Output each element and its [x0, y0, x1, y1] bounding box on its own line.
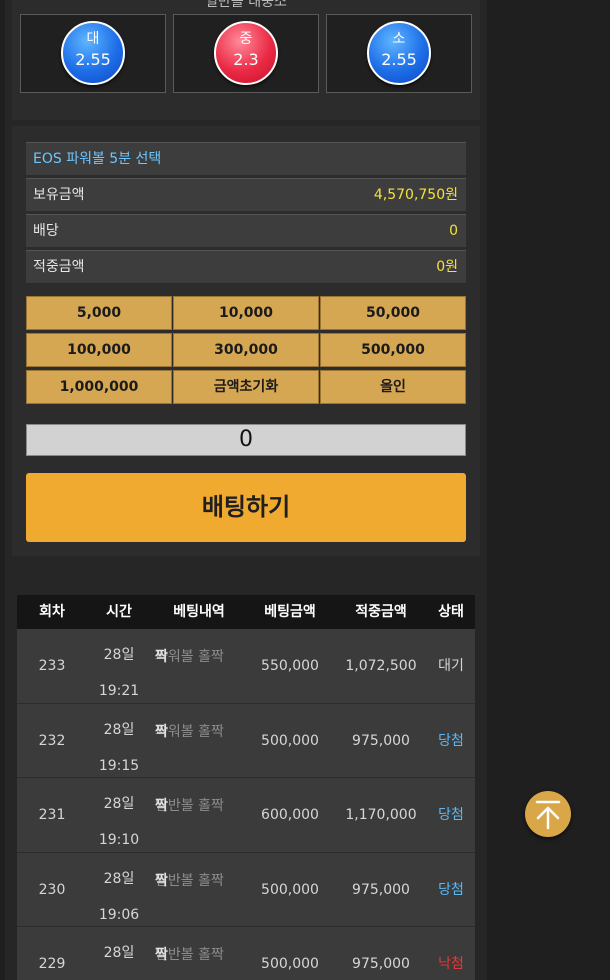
- amount-button-500000[interactable]: 500,000: [320, 333, 466, 367]
- choice-medium[interactable]: 중 2.3: [173, 14, 319, 93]
- choice-odds: 2.55: [381, 50, 417, 69]
- round-cell: 232: [38, 732, 66, 749]
- balance-value: 4,570,750원: [373, 187, 458, 203]
- choice-odds: 2.3: [233, 50, 259, 69]
- status-badge: 대기: [438, 658, 464, 674]
- all-in-button[interactable]: 올인: [320, 370, 466, 404]
- round-cell: 229: [38, 956, 66, 972]
- win-amount-cell: 1,072,500: [345, 658, 417, 674]
- bet-amount-cell: 500,000: [261, 732, 319, 749]
- balance-label: 보유금액: [33, 187, 85, 203]
- page: 일반볼 대중소 대 2.55 중 2.3 소 2.55 EOS 파워볼 5분 선…: [0, 0, 610, 980]
- status-badge: 당첨: [438, 807, 464, 823]
- table-row: 229 28일 19:00 일반볼 홀짝 짝 500,000 975,000 낙…: [17, 927, 475, 980]
- choice-odds: 2.55: [75, 50, 111, 69]
- choice-large[interactable]: 대 2.55: [20, 14, 166, 93]
- win-amount-row: 적중금액 0원: [26, 250, 466, 283]
- header-bet-detail: 베팅내역: [173, 604, 225, 620]
- header-time: 시간: [106, 604, 132, 620]
- place-bet-button[interactable]: 배팅하기: [26, 473, 466, 542]
- table-row: 231 28일 19:10 일반볼 홀짝 짝 600,000 1,170,000…: [17, 778, 475, 853]
- selected-game-row: EOS 파워볼 5분 선택: [26, 142, 466, 175]
- bet-pick: 짝: [155, 723, 168, 740]
- status-badge: 당첨: [438, 881, 464, 898]
- large-ball: 대 2.55: [61, 21, 125, 85]
- bet-pick: 짝: [155, 872, 168, 889]
- time-cell: 28일 19:10: [98, 796, 140, 848]
- bet-amount-cell: 550,000: [261, 658, 319, 674]
- arrow-up-to-top-icon: [535, 800, 561, 830]
- header-status: 상태: [438, 604, 464, 620]
- win-amount-cell: 975,000: [352, 732, 410, 749]
- round-cell: 231: [38, 807, 66, 823]
- medium-ball: 중 2.3: [214, 21, 278, 85]
- odds-section-title: 일반볼 대중소: [205, 0, 287, 10]
- win-amount-label: 적중금액: [33, 259, 85, 275]
- win-amount-value: 0원: [436, 259, 458, 275]
- header-win-amount: 적중금액: [355, 604, 407, 620]
- time-cell: 28일 19:00: [103, 945, 135, 961]
- odds-row: 배당 0: [26, 214, 466, 247]
- time-cell: 28일 19:06: [98, 870, 140, 923]
- round-cell: 230: [38, 881, 66, 898]
- bet-panel: EOS 파워볼 5분 선택 보유금액 4,570,750원 배당 0 적중금액 …: [12, 126, 480, 556]
- amount-button-100000[interactable]: 100,000: [26, 333, 172, 367]
- scroll-to-top-button[interactable]: [525, 791, 571, 837]
- choice-name: 중: [239, 31, 253, 47]
- choice-name: 소: [392, 31, 406, 47]
- amount-button-300000[interactable]: 300,000: [173, 333, 319, 367]
- small-ball: 소 2.55: [367, 21, 431, 85]
- round-cell: 233: [38, 658, 66, 674]
- amount-button-50000[interactable]: 50,000: [320, 296, 466, 330]
- table-header: 회차 시간 베팅내역 베팅금액 적중금액 상태: [17, 595, 475, 629]
- selected-game-label: EOS 파워볼 5분 선택: [33, 151, 162, 167]
- bet-history-table: 회차 시간 베팅내역 베팅금액 적중금액 상태 233 28일 19:21 파워…: [17, 595, 475, 980]
- odds-panel: 일반볼 대중소 대 2.55 중 2.3 소 2.55: [12, 0, 480, 120]
- bet-pick: 짝: [155, 649, 168, 665]
- bet-pick: 짝: [155, 798, 168, 814]
- choice-name: 대: [86, 31, 100, 47]
- amount-button-5000[interactable]: 5,000: [26, 296, 172, 330]
- bet-amount-input[interactable]: 0: [26, 424, 466, 456]
- status-badge: 당첨: [438, 732, 464, 749]
- time-cell: 28일 19:15: [98, 721, 140, 774]
- time-cell: 28일 19:21: [98, 647, 140, 699]
- bet-amount-cell: 600,000: [261, 807, 319, 823]
- table-row: 230 28일 19:06 일반볼 홀짝 짝 500,000 975,000 당…: [17, 852, 475, 927]
- odds-label: 배당: [33, 223, 59, 239]
- header-bet-amount: 베팅금액: [264, 604, 316, 620]
- amount-button-1000000[interactable]: 1,000,000: [26, 370, 172, 404]
- balance-row: 보유금액 4,570,750원: [26, 178, 466, 211]
- odds-value: 0: [449, 223, 458, 239]
- status-badge: 낙첨: [438, 956, 464, 972]
- amount-button-10000[interactable]: 10,000: [173, 296, 319, 330]
- bet-amount-cell: 500,000: [261, 956, 319, 972]
- bet-amount-cell: 500,000: [261, 881, 319, 898]
- win-amount-cell: 975,000: [352, 956, 410, 972]
- table-row: 233 28일 19:21 파워볼 홀짝 짝 550,000 1,072,500…: [17, 629, 475, 704]
- header-round: 회차: [39, 604, 65, 620]
- table-row: 232 28일 19:15 파워볼 홀짝 짝 500,000 975,000 당…: [17, 703, 475, 778]
- reset-amount-button[interactable]: 금액초기화: [173, 370, 319, 404]
- choice-small[interactable]: 소 2.55: [326, 14, 472, 93]
- win-amount-cell: 1,170,000: [345, 807, 417, 823]
- win-amount-cell: 975,000: [352, 881, 410, 898]
- bet-pick: 짝: [155, 947, 168, 963]
